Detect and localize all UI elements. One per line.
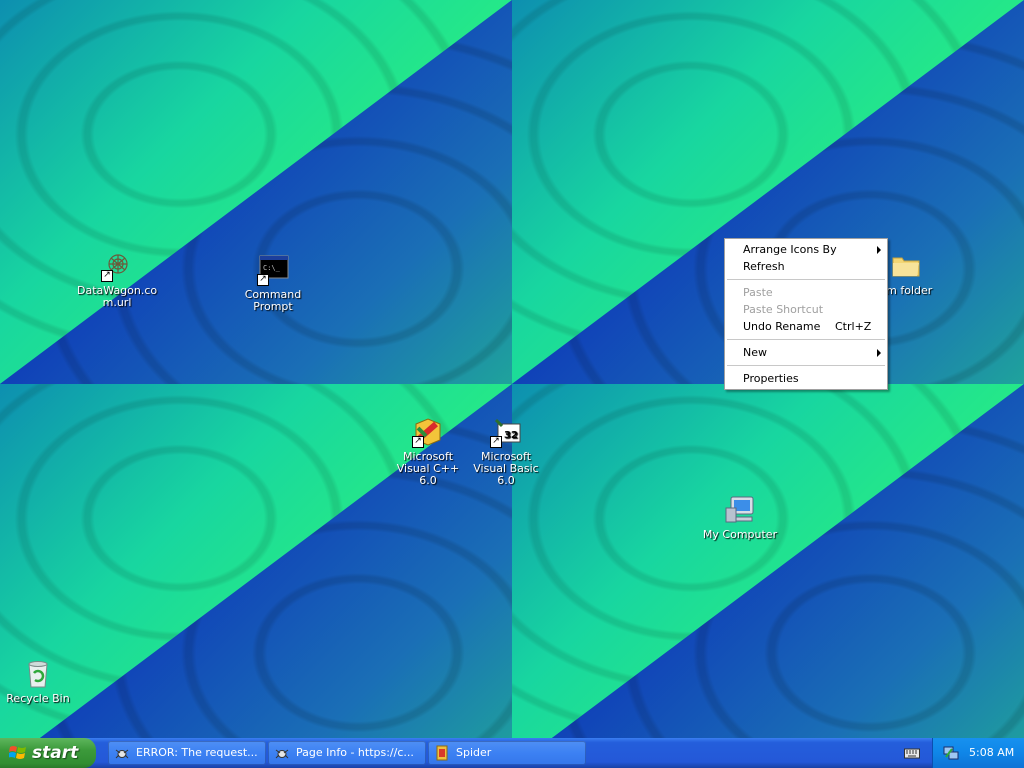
desktop-icon-label: Microsoft Visual C++ 6.0 <box>396 450 460 487</box>
windows-flag-icon <box>9 746 26 759</box>
submenu-arrow-icon <box>877 349 881 357</box>
taskbar-button-label: ERROR: The request... <box>136 746 258 759</box>
spider-browser-icon <box>115 749 129 759</box>
menu-item-label: Paste Shortcut <box>743 303 824 316</box>
clock[interactable]: 5:08 AM <box>969 746 1014 759</box>
folder-icon <box>892 257 920 277</box>
taskbar: start ERROR: The request... Page Info - … <box>0 738 1024 768</box>
taskbar-button-page-info[interactable]: Page Info - https://c... <box>268 741 426 765</box>
menu-item-undo-rename[interactable]: Undo Rename Ctrl+Z <box>725 318 887 335</box>
menu-item-properties[interactable]: Properties <box>725 370 887 387</box>
wallpaper-tile <box>512 384 1024 738</box>
menu-item-refresh[interactable]: Refresh <box>725 258 887 275</box>
menu-separator <box>727 279 885 280</box>
desktop-icon-label: Command Prompt <box>244 288 302 313</box>
svg-text:32: 32 <box>504 430 518 441</box>
desktop-icon-my-computer[interactable]: My Computer <box>700 494 780 541</box>
menu-item-new[interactable]: New <box>725 344 887 361</box>
taskbar-button-label: Spider <box>456 746 492 759</box>
my-computer-icon <box>725 496 754 523</box>
menu-separator <box>727 365 885 366</box>
spider-browser-icon <box>275 749 289 759</box>
menu-item-label: Arrange Icons By <box>743 243 837 256</box>
menu-item-label: Undo Rename <box>743 320 821 333</box>
start-button[interactable]: start <box>0 738 96 768</box>
menu-item-shortcut: Ctrl+Z <box>835 320 872 333</box>
desktop-icon-recycle-bin[interactable]: Recycle Bin <box>0 658 78 705</box>
desktop-icon-label: Microsoft Visual Basic 6.0 <box>473 450 539 487</box>
desktop-icon-label: My Computer <box>702 528 778 541</box>
taskbar-button-label: Page Info - https://c... <box>296 746 414 759</box>
svg-text:C:\_: C:\_ <box>263 264 281 272</box>
start-label: start <box>32 743 79 763</box>
desktop[interactable]: ↗ DataWagon.co m.url C:\_ ↗ Command Prom… <box>0 0 1024 738</box>
menu-item-arrange-icons-by[interactable]: Arrange Icons By <box>725 241 887 258</box>
desktop-icon-label: Recycle Bin <box>6 692 70 705</box>
desktop-icon-command-prompt[interactable]: C:\_ ↗ Command Prompt <box>233 254 313 313</box>
desktop-icon-datawagon[interactable]: ↗ DataWagon.co m.url <box>77 250 157 309</box>
system-tray: 5:08 AM <box>932 738 1024 768</box>
keyboard-icon[interactable] <box>904 746 920 760</box>
desktop-icon-visual-basic[interactable]: 32 ↗ Microsoft Visual Basic 6.0 <box>466 416 546 487</box>
network-icon[interactable] <box>943 745 959 761</box>
wallpaper-tile <box>0 0 512 384</box>
menu-item-paste: Paste <box>725 284 887 301</box>
taskbar-button-spider[interactable]: Spider <box>428 741 586 765</box>
desktop-icon-label: DataWagon.co m.url <box>77 284 158 309</box>
desktop-context-menu: Arrange Icons By Refresh Paste Paste Sho… <box>724 238 888 390</box>
menu-item-paste-shortcut: Paste Shortcut <box>725 301 887 318</box>
menu-item-label: New <box>743 346 767 359</box>
spider-app-icon <box>436 745 448 761</box>
recycle-bin-icon <box>28 661 48 688</box>
menu-item-label: Paste <box>743 286 773 299</box>
desktop-icon-visual-cpp[interactable]: ↗ Microsoft Visual C++ 6.0 <box>388 416 468 487</box>
menu-separator <box>727 339 885 340</box>
menu-item-label: Properties <box>743 372 799 385</box>
submenu-arrow-icon <box>877 246 881 254</box>
menu-item-label: Refresh <box>743 260 785 273</box>
taskbar-button-error[interactable]: ERROR: The request... <box>108 741 266 765</box>
